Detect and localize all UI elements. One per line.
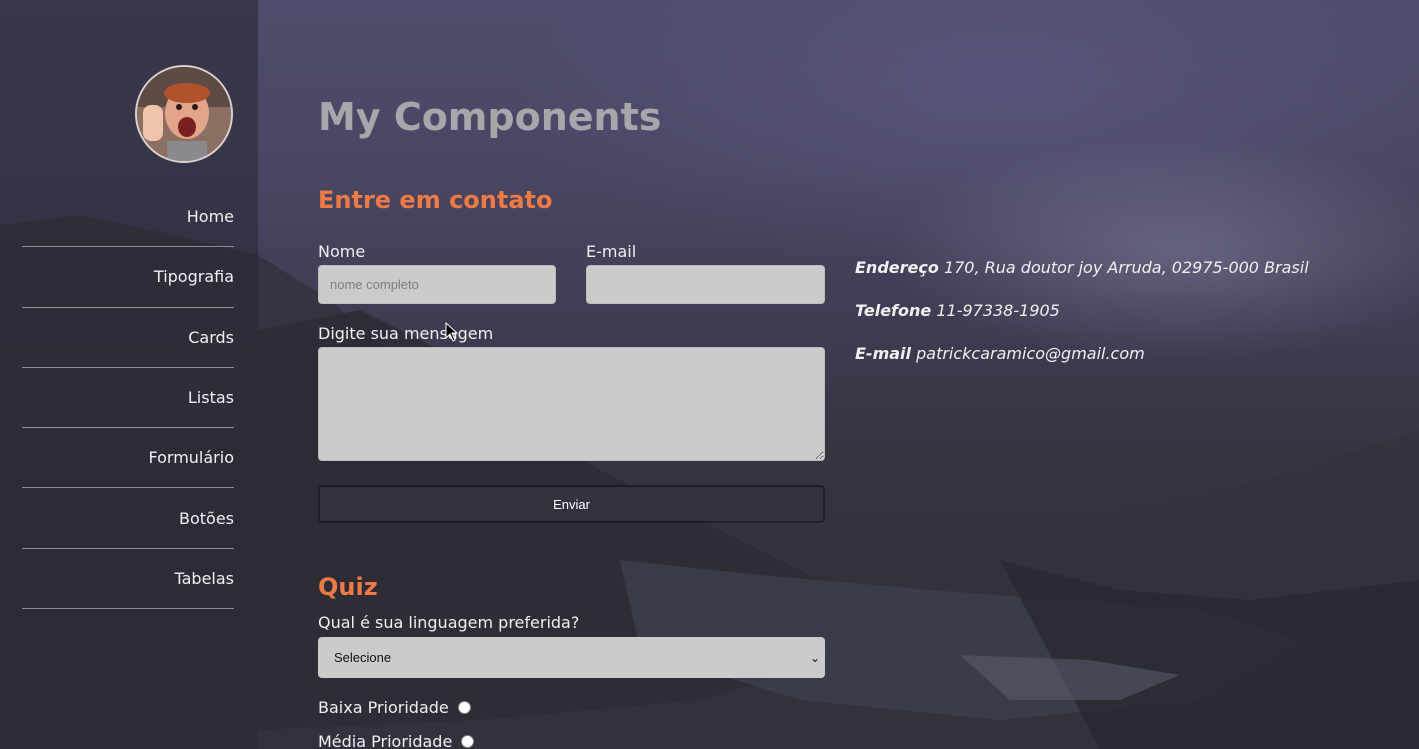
email-input[interactable] (586, 265, 825, 304)
phone-info: Telefone 11-97338-1905 (855, 301, 1060, 320)
quiz-question: Qual é sua linguagem preferida? (318, 613, 580, 632)
sidebar-item-listas[interactable]: Listas (22, 368, 234, 429)
message-textarea[interactable] (318, 347, 825, 461)
contact-heading: Entre em contato (318, 186, 553, 214)
sidebar: Home Tipografia Cards Listas Formulário … (0, 0, 258, 749)
email-info-label: E-mail (855, 344, 912, 363)
mouse-cursor-icon (445, 322, 459, 342)
name-label: Nome (318, 242, 366, 261)
email-info: E-mail patrickcaramico@gmail.com (855, 344, 1145, 363)
chevron-down-icon: ⌄ (809, 650, 820, 665)
phone-value: 11-97338-1905 (936, 301, 1060, 320)
profile-photo-icon (137, 67, 231, 161)
address-info: Endereço 170, Rua doutor joy Arruda, 029… (855, 258, 1309, 277)
address-label: Endereço (855, 258, 939, 277)
sidebar-item-tabelas[interactable]: Tabelas (22, 549, 234, 610)
radio-label: Baixa Prioridade (318, 698, 449, 717)
sidebar-item-home[interactable]: Home (22, 187, 234, 248)
radio-button[interactable] (457, 701, 471, 714)
sidebar-item-botoes[interactable]: Botões (22, 488, 234, 549)
radio-option-media: Média Prioridade (318, 732, 475, 749)
name-input[interactable] (318, 265, 556, 304)
avatar[interactable] (135, 65, 233, 163)
phone-label: Telefone (855, 301, 932, 320)
radio-button[interactable] (461, 735, 475, 748)
send-button[interactable]: Enviar (318, 485, 825, 523)
email-info-value[interactable]: patrickcaramico@gmail.com (916, 344, 1145, 363)
sidebar-item-cards[interactable]: Cards (22, 308, 234, 368)
email-label: E-mail (586, 242, 637, 261)
message-label: Digite sua mensagem (318, 324, 494, 343)
sidebar-nav: Home Tipografia Cards Listas Formulário … (22, 187, 234, 610)
select-value: Selecione (334, 650, 392, 665)
quiz-heading: Quiz (318, 573, 378, 601)
page-title: My Components (318, 95, 662, 139)
sidebar-item-tipografia[interactable]: Tipografia (22, 247, 234, 308)
address-value: 170, Rua doutor joy Arruda, 02975-000 Br… (943, 258, 1309, 277)
sidebar-item-formulario[interactable]: Formulário (22, 428, 234, 489)
radio-option-baixa: Baixa Prioridade (318, 698, 471, 717)
main-content: My Components Entre em contato Nome E-ma… (318, 0, 1398, 749)
language-select[interactable]: Selecione ⌄ (318, 637, 825, 678)
radio-label: Média Prioridade (318, 732, 453, 749)
